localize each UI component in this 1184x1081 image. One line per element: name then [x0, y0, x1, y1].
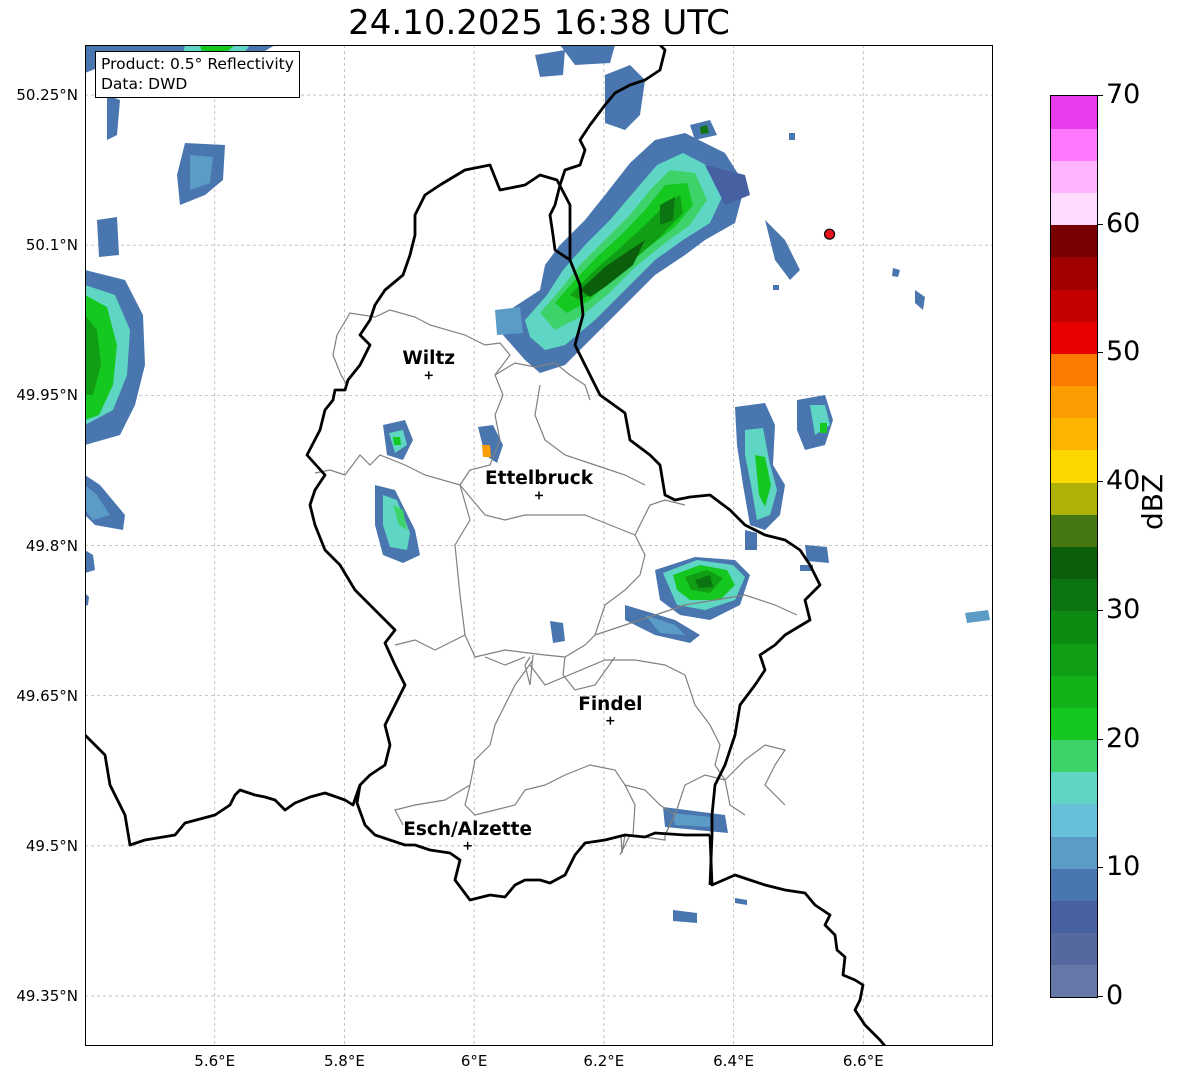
echo-main-cell	[495, 45, 750, 373]
lat-tick-label: 49.95°N	[16, 386, 78, 405]
city-marker	[424, 371, 433, 380]
lat-tick-label: 49.8°N	[25, 536, 78, 555]
colorbar-segment	[1051, 643, 1097, 676]
colorbar-tick-mark	[1097, 481, 1103, 483]
colorbar-tick-label: 70	[1106, 79, 1141, 110]
colorbar-segment	[1051, 900, 1097, 934]
colorbar-segment	[1051, 256, 1097, 290]
city-marker	[606, 716, 615, 725]
echo-west-edge	[85, 270, 145, 606]
map-gridlines	[85, 45, 993, 1046]
city-label: Findel	[578, 693, 643, 715]
lon-tick-label: 5.8°E	[324, 1052, 365, 1070]
colorbar-segment	[1051, 675, 1097, 708]
lat-tick-label: 49.5°N	[25, 836, 78, 855]
colorbar-segment	[1051, 417, 1097, 451]
lon-tick-label: 6°E	[460, 1052, 488, 1070]
radar-map	[85, 45, 993, 1046]
colorbar-segment	[1051, 128, 1097, 161]
colorbar-tick-mark	[1097, 223, 1103, 225]
colorbar-segment	[1051, 224, 1097, 258]
echo-east-cluster	[735, 395, 833, 571]
colorbar-segment	[1051, 803, 1097, 837]
product-label: Product: 0.5° Reflectivity	[101, 55, 294, 73]
colorbar-segment	[1051, 321, 1097, 354]
echo-east-scatter	[765, 133, 925, 310]
colorbar-tick-label: 20	[1106, 722, 1141, 754]
colorbar-tick-mark	[1097, 996, 1103, 997]
colorbar-tick-mark	[1097, 352, 1103, 354]
colorbar-tick-label: 0	[1106, 980, 1124, 1011]
colorbar-segment	[1051, 578, 1097, 612]
lon-tick-label: 6.6°E	[842, 1052, 884, 1070]
colorbar-segment	[1051, 192, 1097, 226]
colorbar-segment	[1051, 836, 1097, 869]
lat-tick-label: 50.1°N	[25, 236, 78, 255]
map-title: 24.10.2025 16:38 UTC	[348, 3, 730, 43]
colorbar-tick-mark	[1097, 609, 1103, 611]
product-info-box: Product: 0.5° Reflectivity Data: DWD	[95, 51, 300, 98]
colorbar-tick-label: 30	[1106, 593, 1141, 625]
lat-tick-label: 49.35°N	[16, 986, 78, 1005]
lat-tick-label: 50.25°N	[16, 86, 78, 105]
city-marker	[463, 841, 472, 850]
colorbar-segment	[1051, 610, 1097, 644]
colorbar-segment	[1051, 514, 1097, 547]
colorbar-segment	[1051, 868, 1097, 901]
lon-tick-label: 6.4°E	[713, 1052, 754, 1070]
colorbar-tick-mark	[1097, 867, 1103, 869]
lon-tick-label: 5.6°E	[194, 1052, 236, 1070]
map-border	[85, 45, 993, 1046]
data-source-label: Data: DWD	[101, 75, 188, 93]
colorbar-tick-mark	[1097, 95, 1103, 96]
colorbar-tick-label: 50	[1106, 336, 1141, 368]
city-marker	[535, 491, 543, 500]
colorbar-segment	[1051, 707, 1097, 741]
colorbar-segment	[1051, 160, 1097, 194]
colorbar-segment	[1051, 482, 1097, 515]
colorbar-tick-label: 60	[1106, 207, 1141, 239]
city-markers	[424, 371, 615, 850]
colorbar-segment	[1051, 449, 1097, 483]
colorbar-segment	[1051, 964, 1097, 998]
colorbar-segment	[1051, 353, 1097, 387]
colorbar-tick-label: 10	[1106, 851, 1141, 883]
colorbar-tick-mark	[1097, 738, 1103, 740]
echo-central-east	[625, 557, 750, 643]
colorbar-unit-label: dBZ	[1136, 473, 1169, 530]
lon-tick-label: 6.2°E	[583, 1052, 625, 1070]
map-canvas	[85, 45, 993, 1046]
colorbar-segment	[1051, 385, 1097, 419]
colorbar-segment	[1051, 546, 1097, 580]
city-label: Esch/Alzette	[403, 818, 533, 840]
colorbar	[1050, 95, 1098, 998]
city-label: Ettelbruck	[484, 468, 594, 490]
colorbar-segment	[1051, 96, 1097, 129]
colorbar-segment	[1051, 739, 1097, 773]
radar-site-marker	[823, 228, 836, 240]
colorbar-segment	[1051, 289, 1097, 322]
city-label: Wiltz	[402, 348, 456, 370]
colorbar-segment	[1051, 932, 1097, 966]
colorbar-segment	[1051, 771, 1097, 805]
lat-tick-label: 49.65°N	[16, 686, 78, 705]
